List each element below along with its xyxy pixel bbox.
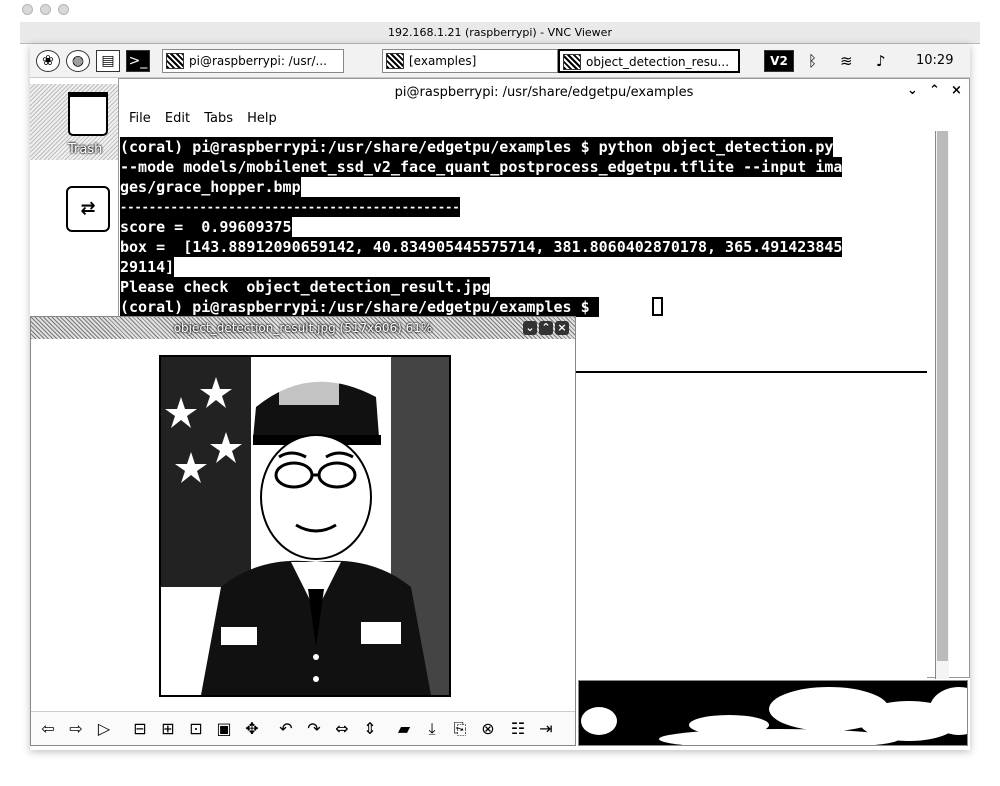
- web-browser-icon[interactable]: ◍: [66, 50, 90, 72]
- vnc-titlebar: 192.168.1.21 (raspberrypi) - VNC Viewer: [20, 4, 980, 44]
- open-folder-icon[interactable]: ▰: [393, 718, 415, 740]
- terminal-line: (coral) pi@raspberrypi:/usr/share/edgetp…: [120, 297, 599, 317]
- terminal-icon: [166, 53, 184, 69]
- task-image-viewer[interactable]: object_detection_resu...: [558, 49, 740, 73]
- zoom-original-icon[interactable]: ▣: [213, 718, 235, 740]
- terminal-line: ----------------------------------------…: [120, 197, 460, 217]
- image-viewer-window[interactable]: object_detection_result.jpg (517x606) 61…: [30, 316, 576, 746]
- terminal-blank-area: [549, 371, 927, 679]
- terminal-title: pi@raspberrypi: /usr/share/edgetpu/examp…: [394, 85, 694, 100]
- text-cursor: [652, 297, 663, 316]
- rotate-left-icon[interactable]: ↶: [275, 718, 297, 740]
- wifi-icon[interactable]: ≋: [840, 52, 853, 70]
- trash-icon: [68, 92, 108, 136]
- image-icon: [563, 54, 581, 70]
- terminal-scrollbar[interactable]: [935, 131, 949, 679]
- image-viewer-title: object_detection_result.jpg (517x606) 61…: [31, 317, 575, 339]
- rotate-right-icon[interactable]: ↷: [303, 718, 325, 740]
- menu-file[interactable]: File: [129, 111, 151, 126]
- terminal-line: score = 0.99609375: [120, 217, 292, 237]
- file-manager-icon[interactable]: ▤: [96, 50, 120, 72]
- volume-icon[interactable]: ♪: [876, 52, 886, 70]
- menu-tabs[interactable]: Tabs: [204, 111, 233, 126]
- flip-horizontal-icon[interactable]: ⇔: [331, 718, 353, 740]
- prev-icon[interactable]: ⇦: [37, 718, 59, 740]
- minimize-window-dot[interactable]: [40, 4, 51, 15]
- close-icon[interactable]: ×: [951, 83, 962, 98]
- task-examples[interactable]: [examples]: [382, 49, 558, 73]
- detection-result-photo: [159, 355, 451, 697]
- terminal-line: Please check object_detection_result.jpg: [120, 277, 491, 297]
- desktop-wallpaper-clouds: [578, 680, 968, 746]
- preferences-icon[interactable]: ☷: [507, 718, 529, 740]
- close-icon[interactable]: ×: [555, 321, 569, 335]
- zoom-in-icon[interactable]: ⊞: [157, 718, 179, 740]
- screen: 192.168.1.21 (raspberrypi) - VNC Viewer …: [0, 0, 1000, 786]
- quit-icon[interactable]: ⇥: [535, 718, 557, 740]
- next-icon[interactable]: ⇨: [65, 718, 87, 740]
- task-examples-label: [examples]: [409, 54, 477, 68]
- chevron-down-icon[interactable]: ⌄: [523, 321, 537, 335]
- save-icon[interactable]: ⤓: [421, 718, 443, 740]
- portrait-image: [161, 357, 449, 695]
- task-image-viewer-label: object_detection_resu...: [586, 55, 730, 69]
- viewer-window-controls: ⌄ ⌃ ×: [521, 321, 569, 335]
- chevron-up-icon[interactable]: ⌃: [929, 83, 940, 98]
- terminal-line: --mode models/mobilenet_ssd_v2_face_quan…: [120, 157, 843, 177]
- terminal-line: box = [143.88912090659142, 40.8349054455…: [120, 237, 843, 257]
- folder-icon: [386, 53, 404, 69]
- terminal-line: ges/grace_hopper.bmp: [120, 177, 301, 197]
- task-terminal-label: pi@raspberrypi: /usr/...: [189, 54, 327, 68]
- close-window-dot[interactable]: [22, 4, 33, 15]
- menu-help[interactable]: Help: [247, 111, 277, 126]
- taskbar-panel: ❀ ◍ ▤ >_ pi@raspberrypi: /usr/... [examp…: [30, 44, 970, 78]
- terminal-line: (coral) pi@raspberrypi:/usr/share/edgetp…: [120, 137, 834, 157]
- task-terminal[interactable]: pi@raspberrypi: /usr/...: [162, 49, 344, 73]
- delete-icon[interactable]: ⊗: [477, 718, 499, 740]
- zoom-window-dot[interactable]: [58, 4, 69, 15]
- raspberry-menu-icon[interactable]: ❀: [36, 50, 60, 72]
- terminal-menubar: File Edit Tabs Help: [129, 111, 287, 126]
- zoom-fit-icon[interactable]: ⊡: [185, 718, 207, 740]
- vnc-server-icon[interactable]: V2: [764, 50, 794, 72]
- trash-label: Trash: [68, 142, 103, 157]
- clouds-image: [579, 681, 967, 745]
- clock: 10:29: [916, 53, 954, 68]
- bluetooth-icon[interactable]: ᛒ: [808, 52, 817, 70]
- image-viewer-toolbar: ⇦ ⇨ ▷ ⊟ ⊞ ⊡ ▣ ✥ ↶ ↷ ⇔ ⇕ ▰ ⤓ ⎘ ⊗ ☷ ⇥: [31, 711, 575, 745]
- scroll-thumb[interactable]: [937, 131, 948, 661]
- chevron-down-icon[interactable]: ⌄: [907, 83, 918, 98]
- save-as-icon[interactable]: ⎘: [449, 718, 471, 740]
- fullscreen-icon[interactable]: ✥: [241, 718, 263, 740]
- flip-vertical-icon[interactable]: ⇕: [359, 718, 381, 740]
- play-icon[interactable]: ▷: [93, 718, 115, 740]
- zoom-out-icon[interactable]: ⊟: [129, 718, 151, 740]
- terminal-launcher-icon[interactable]: >_: [126, 50, 150, 72]
- menu-edit[interactable]: Edit: [165, 111, 190, 126]
- chevron-up-icon[interactable]: ⌃: [539, 321, 553, 335]
- terminal-line: 29114]: [120, 257, 175, 277]
- network-share-icon[interactable]: ⇄: [66, 186, 110, 232]
- vnc-title: 192.168.1.21 (raspberrypi) - VNC Viewer: [388, 26, 612, 39]
